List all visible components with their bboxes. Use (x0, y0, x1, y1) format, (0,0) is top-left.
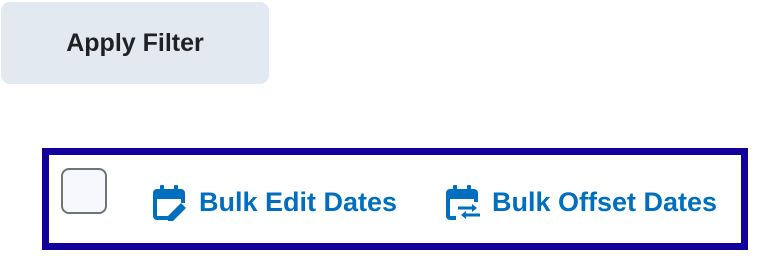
apply-filter-button[interactable]: Apply Filter (1, 2, 269, 84)
bulk-offset-dates-label: Bulk Offset Dates (492, 186, 718, 217)
select-all-checkbox[interactable] (61, 168, 107, 214)
bulk-offset-dates-button[interactable]: Bulk Offset Dates (444, 182, 717, 222)
calendar-edit-icon (151, 183, 189, 221)
bulk-edit-dates-button[interactable]: Bulk Edit Dates (151, 182, 397, 222)
bulk-edit-dates-label: Bulk Edit Dates (199, 186, 398, 217)
calendar-offset-icon (444, 183, 482, 221)
bulk-actions-toolbar: Bulk Edit Dates Bulk Offset Dates (42, 148, 748, 250)
